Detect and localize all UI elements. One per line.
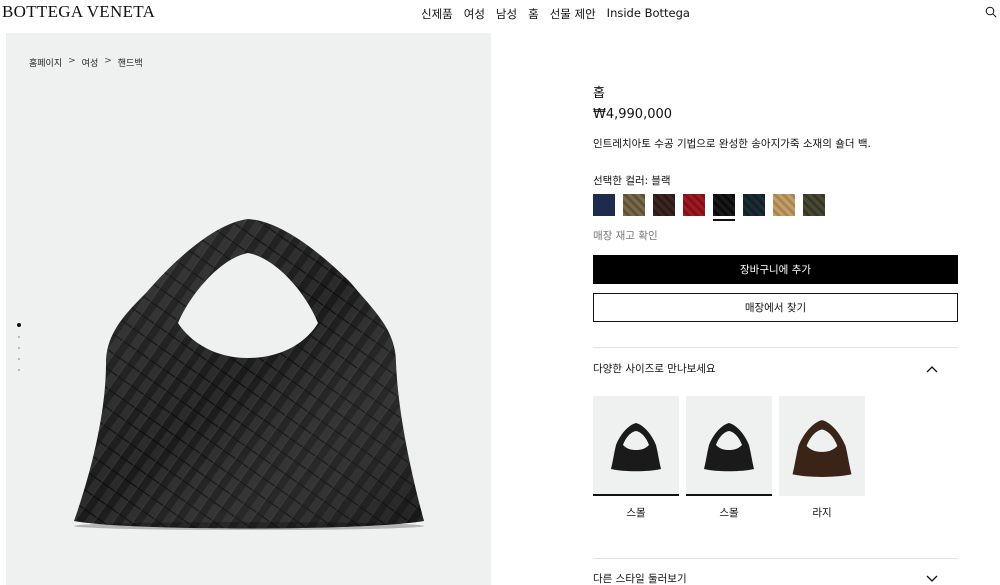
swatch-dark-olive[interactable] <box>803 194 825 216</box>
size-thumbnail <box>593 396 679 496</box>
size-thumbnail <box>779 396 865 496</box>
product-gallery[interactable]: 홈페이지 > 여성 > 핸드백 <box>6 33 491 585</box>
gallery-dot[interactable] <box>18 369 20 371</box>
search-icon[interactable] <box>985 6 997 18</box>
size-option[interactable]: 라지 <box>779 396 865 520</box>
size-option[interactable]: 스몰 <box>593 396 679 520</box>
nav-item-inside-bottega[interactable]: Inside Bottega <box>607 6 690 22</box>
product-image[interactable] <box>66 213 431 533</box>
other-styles-accordion-header[interactable]: 다른 스타일 둘러보기 <box>593 558 958 585</box>
bag-thumbnail-icon <box>611 423 661 472</box>
product-price: ₩4,990,000 <box>593 107 673 122</box>
nav-item-home[interactable]: 홈 <box>528 6 539 22</box>
swatch-navy[interactable] <box>593 194 615 216</box>
swatch-red[interactable] <box>683 194 705 216</box>
nav-item-gifts[interactable]: 선물 제안 <box>550 6 596 22</box>
size-label: 스몰 <box>626 507 646 519</box>
color-swatches <box>593 194 958 221</box>
gallery-dot[interactable] <box>18 336 20 338</box>
size-label: 스몰 <box>719 507 739 519</box>
product-description: 인트레치아토 수공 기법으로 완성한 송아지가죽 소재의 숄더 백. <box>593 138 871 150</box>
brand-logo[interactable]: BOTTEGA VENETA <box>2 2 155 22</box>
selected-color-label: 선택한 컬러: 블랙 <box>593 173 958 188</box>
breadcrumb-handbags[interactable]: 핸드백 <box>118 56 143 69</box>
chevron-up-icon[interactable] <box>926 365 938 373</box>
sizes-accordion-header[interactable]: 다양한 사이즈로 만나보세요 <box>593 347 958 376</box>
chevron-down-icon[interactable] <box>926 575 938 583</box>
main-nav: 신제품 여성 남성 홈 선물 제안 Inside Bottega <box>421 6 690 22</box>
swatch-olive-brown[interactable] <box>623 194 645 216</box>
gallery-dot[interactable] <box>18 358 20 360</box>
check-store-stock-link[interactable]: 매장 재고 확인 <box>593 228 958 243</box>
color-label-prefix: 선택한 컬러: <box>593 175 649 187</box>
swatch-black[interactable] <box>713 194 735 221</box>
nav-item-new[interactable]: 신제품 <box>421 6 453 22</box>
product-name: 홉 <box>593 86 605 101</box>
breadcrumb-home[interactable]: 홈페이지 <box>29 56 62 69</box>
nav-item-women[interactable]: 여성 <box>464 6 485 22</box>
sizes-heading: 다양한 사이즈로 만나보세요 <box>593 363 716 375</box>
size-options: 스몰 스몰 라지 <box>593 396 958 520</box>
product-details: 홉 ₩4,990,000 인트레치아토 수공 기법으로 완성한 송아지가죽 소재… <box>593 80 958 520</box>
bag-thumbnail-icon <box>704 423 754 472</box>
breadcrumb-separator: > <box>104 56 112 66</box>
swatch-tan[interactable] <box>773 194 795 216</box>
site-header: BOTTEGA VENETA 신제품 여성 남성 홈 선물 제안 Inside … <box>0 0 1000 28</box>
gallery-dot[interactable] <box>18 347 20 349</box>
other-styles-heading: 다른 스타일 둘러보기 <box>593 573 687 585</box>
swatch-dark-brown[interactable] <box>653 194 675 216</box>
size-thumbnail <box>686 396 772 496</box>
breadcrumb-women[interactable]: 여성 <box>82 56 99 69</box>
swatch-deep-teal[interactable] <box>743 194 765 216</box>
breadcrumb-separator: > <box>68 56 76 66</box>
bag-thumbnail-icon <box>792 420 852 477</box>
size-label: 라지 <box>812 507 832 519</box>
nav-item-men[interactable]: 남성 <box>496 6 517 22</box>
gallery-dot[interactable] <box>17 323 21 327</box>
find-in-store-button[interactable]: 매장에서 찾기 <box>593 293 958 322</box>
add-to-cart-button[interactable]: 장바구니에 추가 <box>593 255 958 284</box>
breadcrumb: 홈페이지 > 여성 > 핸드백 <box>29 56 143 69</box>
color-label-value: 블랙 <box>651 175 671 187</box>
size-option[interactable]: 스몰 <box>686 396 772 520</box>
gallery-pagination <box>17 323 21 371</box>
